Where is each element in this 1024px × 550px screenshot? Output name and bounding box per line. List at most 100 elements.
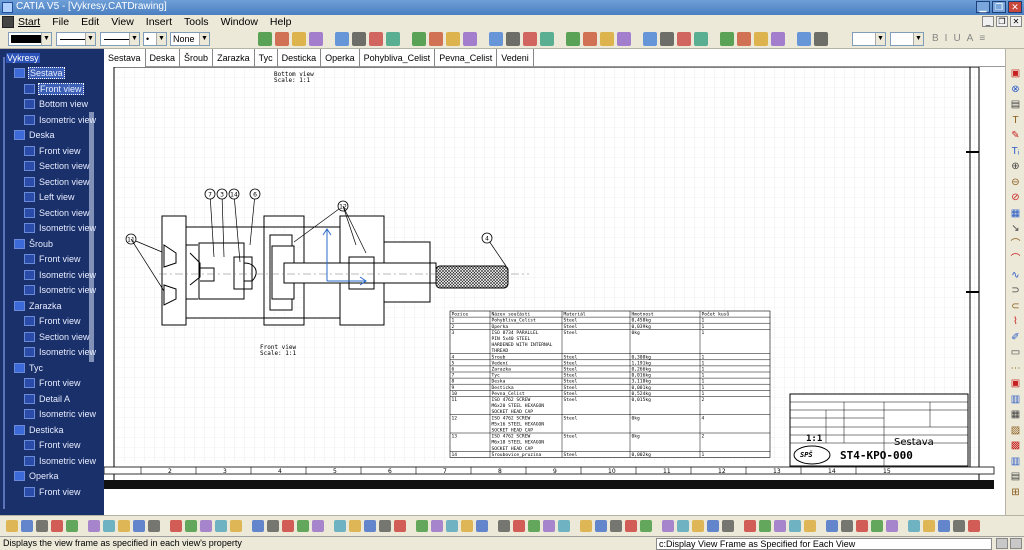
cut-icon[interactable] <box>692 520 704 532</box>
trim-icon[interactable]: ⌇ <box>1009 315 1022 328</box>
zoom-out-icon[interactable] <box>528 520 540 532</box>
redo-icon[interactable] <box>759 520 771 532</box>
snap-icon[interactable] <box>297 520 309 532</box>
tab-9[interactable]: Vedeni <box>497 49 534 67</box>
view-icon[interactable] <box>871 520 883 532</box>
view-icon[interactable] <box>694 32 708 46</box>
tree-view-18[interactable]: Isometric view <box>24 346 97 358</box>
link-icon[interactable] <box>369 32 383 46</box>
spline-icon[interactable]: ∿ <box>1009 269 1022 282</box>
refresh-icon[interactable] <box>797 32 811 46</box>
line-thickness-combo[interactable]: ▼ <box>56 32 96 46</box>
open-icon[interactable] <box>953 520 965 532</box>
dots-icon[interactable]: ⋯ <box>1009 362 1022 375</box>
hatch-combo[interactable]: None ▼ <box>170 32 210 46</box>
grid-icon[interactable] <box>595 520 607 532</box>
undo-icon[interactable] <box>431 520 443 532</box>
tree-view-3[interactable]: Isometric view <box>24 114 97 126</box>
translate-icon[interactable] <box>566 32 580 46</box>
no-icon[interactable]: ⊘ <box>1009 191 1022 204</box>
help-icon[interactable] <box>774 520 786 532</box>
stop-icon[interactable]: ⊗ <box>1009 83 1022 96</box>
line-type-combo[interactable]: ▼ <box>100 32 140 46</box>
layer-icon[interactable]: ▥ <box>1009 393 1022 406</box>
zoom-in-icon[interactable] <box>826 520 838 532</box>
tree-view-21[interactable]: Detail A <box>24 393 71 405</box>
grid-icon[interactable] <box>1010 538 1022 549</box>
redo-icon[interactable] <box>446 520 458 532</box>
translate-icon[interactable] <box>412 32 426 46</box>
tree-view-25[interactable]: Isometric view <box>24 455 97 467</box>
pan-icon[interactable] <box>804 520 816 532</box>
tree-view-14[interactable]: Isometric view <box>24 284 97 296</box>
curve-icon[interactable]: ⌒ <box>1009 253 1022 266</box>
open-icon[interactable] <box>21 520 33 532</box>
fit-all-icon[interactable] <box>170 520 182 532</box>
zoom-icon[interactable] <box>754 32 768 46</box>
close-icon[interactable]: ✕ <box>1008 1 1022 13</box>
rect-icon[interactable]: ▭ <box>1009 346 1022 359</box>
dims-icon[interactable]: ⊞ <box>1009 486 1022 499</box>
power-input-field[interactable]: c:Display View Frame as Specified for Ea… <box>656 538 992 550</box>
grid-icon[interactable] <box>908 520 920 532</box>
tab-2[interactable]: Šroub <box>180 49 214 67</box>
tree-view-10[interactable]: Isometric view <box>24 222 97 234</box>
minimize-icon[interactable]: ▁ <box>976 1 990 13</box>
zoom-in-icon[interactable] <box>513 520 525 532</box>
translate-icon[interactable] <box>258 32 272 46</box>
cut-icon[interactable] <box>66 520 78 532</box>
zoom-icon[interactable] <box>446 32 460 46</box>
snap-icon[interactable] <box>923 520 935 532</box>
snap-icon[interactable] <box>610 520 622 532</box>
chamfer-icon[interactable]: ⊂ <box>1009 300 1022 313</box>
tree-view-22[interactable]: Isometric view <box>24 408 97 420</box>
tree-view-12[interactable]: Front view <box>24 253 82 265</box>
tree-view-9[interactable]: Section view <box>24 207 91 219</box>
rotate-icon[interactable] <box>230 520 242 532</box>
arc-icon[interactable]: ⌒ <box>1009 238 1022 251</box>
menu-item-window[interactable]: Window <box>218 15 267 29</box>
update-icon[interactable] <box>771 32 785 46</box>
tree-sheet-15[interactable]: Zarazka <box>14 300 63 312</box>
link-icon[interactable] <box>523 32 537 46</box>
tree-view-5[interactable]: Front view <box>24 145 82 157</box>
zoom-icon[interactable] <box>600 32 614 46</box>
paste-icon[interactable] <box>103 520 115 532</box>
save-icon[interactable] <box>968 520 980 532</box>
layer-icon[interactable] <box>580 520 592 532</box>
drawing-sheet[interactable]: 2 3 4 5 6 7 8 9 10 11 12 13 14 15 Bottom view Scale: … <box>103 66 1005 515</box>
tree-sheet-19[interactable]: Tyc <box>14 362 44 374</box>
tab-3[interactable]: Zarazka <box>213 49 255 67</box>
paste-icon[interactable] <box>722 520 734 532</box>
view-icon[interactable]: ▣ <box>1009 377 1022 390</box>
doc-restore-icon[interactable]: ❐ <box>996 16 1008 27</box>
menu-item-file[interactable]: File <box>49 15 78 29</box>
text-symbol-icon[interactable]: Tᵢ <box>1009 145 1022 158</box>
tree-view-16[interactable]: Front view <box>24 315 82 327</box>
tab-0[interactable]: Sestava <box>104 49 146 67</box>
rotate-icon[interactable] <box>737 32 751 46</box>
save-icon[interactable] <box>349 520 361 532</box>
point-type-combo[interactable]: • ▼ <box>143 32 167 46</box>
print-icon[interactable] <box>677 520 689 532</box>
new-icon[interactable] <box>938 520 950 532</box>
pan-icon[interactable] <box>498 520 510 532</box>
link-icon[interactable] <box>677 32 691 46</box>
layer-icon[interactable] <box>886 520 898 532</box>
menu-item-start[interactable]: Start <box>15 15 49 29</box>
text-format-icons[interactable]: BIUA≡ <box>932 33 991 44</box>
refresh-icon[interactable] <box>643 32 657 46</box>
frame-icon[interactable]: ▥ <box>1009 455 1022 468</box>
cut-icon[interactable] <box>352 32 366 46</box>
refresh-icon[interactable] <box>335 32 349 46</box>
redo-icon[interactable] <box>133 520 145 532</box>
tree-sheet-0[interactable]: Sestava <box>14 67 65 79</box>
update-icon[interactable] <box>309 32 323 46</box>
save-icon[interactable] <box>662 520 674 532</box>
refresh-icon[interactable] <box>489 32 503 46</box>
rotate-icon[interactable] <box>429 32 443 46</box>
view-icon[interactable] <box>386 32 400 46</box>
menu-item-help[interactable]: Help <box>267 15 301 29</box>
drawing-canvas[interactable]: Sestava Deska Šroub Zarazka Tyc Desticka Operk… <box>103 49 1005 515</box>
add-icon[interactable]: ⊕ <box>1009 160 1022 173</box>
